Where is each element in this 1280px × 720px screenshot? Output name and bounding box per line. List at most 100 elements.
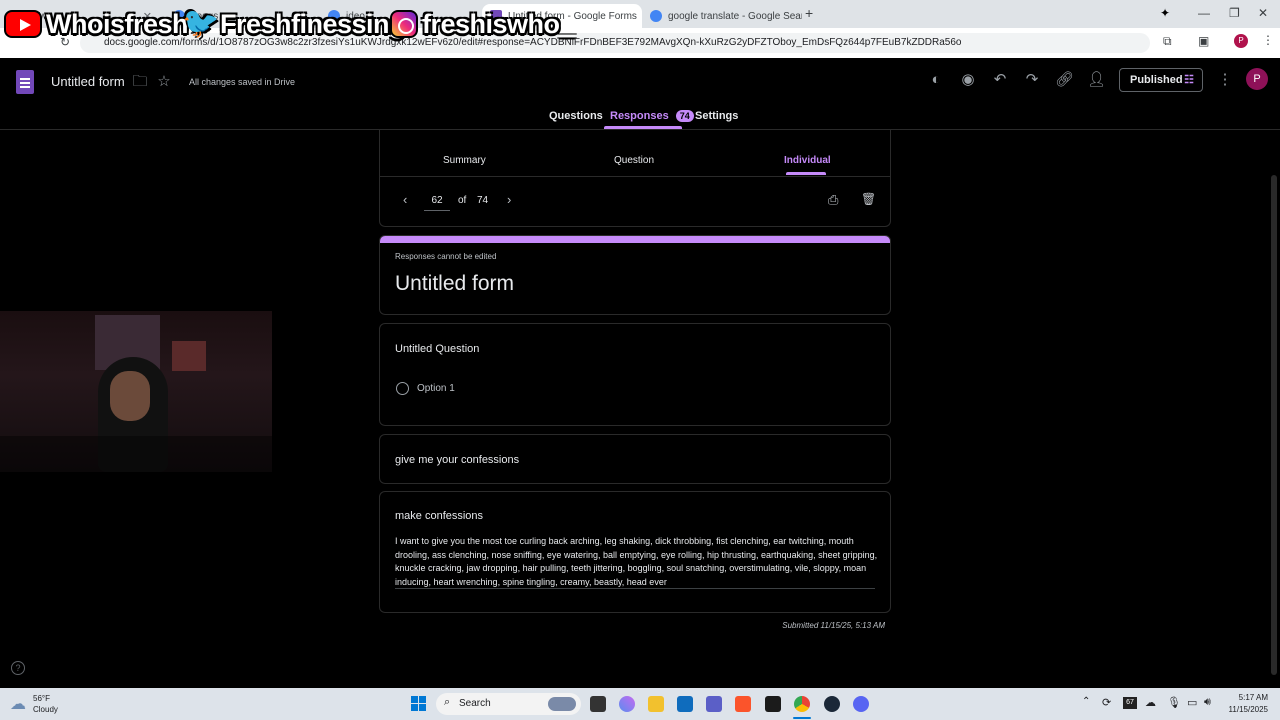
clock-date[interactable]: 11/15/2025 — [1222, 705, 1268, 714]
responses-nav-card: ‹ 62 of 74 › ⎙ 🗑︎ — [379, 130, 891, 227]
responses-count-badge: 74 — [675, 110, 694, 122]
instagram-icon — [390, 10, 418, 38]
windows-start-icon[interactable] — [411, 696, 427, 712]
brave-icon[interactable] — [735, 696, 751, 712]
youtube-icon — [4, 10, 42, 38]
microphone-icon[interactable]: 🎙︎ — [1167, 696, 1181, 709]
answer-text: I want to give you the most toe curling … — [395, 536, 878, 587]
preview-eye-icon[interactable]: ◉ — [959, 71, 977, 89]
link-icon[interactable]: 🔗︎ — [1055, 71, 1074, 89]
google-forms-logo-icon[interactable] — [16, 70, 34, 94]
save-status: All changes saved in Drive — [189, 77, 296, 87]
more-options-icon[interactable]: ⋮ — [1216, 71, 1234, 89]
instagram-handle: freshiswho_ — [422, 8, 575, 39]
radio-option[interactable] — [396, 382, 409, 395]
webcam-feed — [0, 311, 272, 472]
tab-responses-label: Responses — [610, 110, 669, 122]
copilot-icon[interactable] — [619, 696, 635, 712]
browser-tab[interactable]: google translate - Google Sear ✕ — [642, 4, 802, 28]
question-card: Untitled Question Option 1 — [379, 323, 891, 426]
help-icon[interactable]: ? — [11, 661, 25, 675]
twitter-handle: Freshfinessing — [220, 8, 406, 39]
pager-total: 74 — [477, 195, 489, 206]
chrome-icon[interactable] — [794, 696, 810, 712]
form-header-card: Responses cannot be edited Untitled form — [379, 235, 891, 315]
folder-icon[interactable]: 🗀 — [131, 73, 149, 91]
doc-title[interactable]: Untitled form — [51, 74, 125, 89]
response-number-input[interactable]: 62 — [424, 191, 450, 211]
tab-responses[interactable]: Responses 74 — [610, 110, 694, 122]
onedrive-icon[interactable]: ☁ — [1145, 696, 1156, 709]
search-icon: ⌕ — [444, 696, 451, 708]
tab-questions[interactable]: Questions — [549, 110, 603, 122]
form-accent-bar — [380, 236, 890, 243]
steam-icon[interactable] — [824, 696, 840, 712]
subtab-indicator — [786, 172, 826, 175]
previous-response-icon[interactable]: ‹ — [403, 192, 407, 207]
question-card: give me your confessions — [379, 434, 891, 484]
subtab-individual[interactable]: Individual — [784, 155, 831, 166]
search-label: Search — [459, 698, 491, 709]
close-window-icon[interactable]: ✕ — [1258, 6, 1268, 20]
undo-icon[interactable]: ↶ — [991, 71, 1009, 89]
clock-time[interactable]: 5:17 AM — [1222, 693, 1268, 702]
youtube-handle-overlay: Whoisfresh — [4, 6, 189, 42]
active-tab-indicator — [604, 126, 682, 129]
google-icon — [650, 10, 662, 22]
question-title: Untitled Question — [395, 343, 480, 355]
app-icon[interactable] — [765, 696, 781, 712]
question-title: give me your confessions — [395, 454, 520, 466]
file-explorer-icon[interactable] — [648, 696, 664, 712]
submitted-timestamp: Submitted 11/15/25, 5:13 AM — [782, 621, 885, 630]
microsoft-store-icon[interactable] — [677, 696, 693, 712]
task-view-icon[interactable] — [590, 696, 606, 712]
next-response-icon[interactable]: › — [507, 192, 511, 207]
add-collaborator-icon[interactable]: 👤︎ — [1087, 71, 1106, 89]
print-icon[interactable]: ⎙ — [828, 192, 838, 208]
desk — [0, 436, 272, 472]
weather-desc[interactable]: Cloudy — [33, 705, 58, 714]
maximize-icon[interactable]: ❐ — [1229, 6, 1240, 20]
volume-icon[interactable]: 🔊︎ — [1204, 696, 1211, 709]
star-icon[interactable]: ☆ — [155, 73, 173, 91]
page-scrollbar[interactable] — [1271, 175, 1277, 675]
answer-underline — [395, 588, 875, 589]
form-title: Untitled form — [395, 272, 515, 295]
subtab-summary[interactable]: Summary — [443, 155, 486, 166]
youtube-handle: Whoisfresh — [46, 8, 189, 39]
profile-avatar[interactable]: P — [1234, 34, 1248, 48]
divider — [380, 176, 890, 177]
active-app-indicator — [793, 717, 811, 719]
wall-poster — [172, 341, 206, 371]
customize-theme-icon[interactable]: ◐ — [927, 71, 945, 89]
search-highlight-icon — [548, 697, 576, 711]
minimize-icon[interactable]: — — [1198, 6, 1210, 20]
subtab-question[interactable]: Question — [614, 155, 654, 166]
teams-icon[interactable] — [706, 696, 722, 712]
twitter-handle-overlay: 🐦 Freshfinessing — [182, 6, 406, 42]
windows-taskbar: ☁ 56°F Cloudy ⌕ Search ⌃ ⟳ 67 ☁ 🎙︎ ▭ 🔊︎ … — [0, 688, 1280, 720]
tray-chevron-icon[interactable]: ⌃ — [1082, 696, 1090, 707]
weather-temp[interactable]: 56°F — [33, 694, 50, 703]
extensions-icon[interactable]: ⧉ — [1163, 34, 1172, 49]
tray-sync-icon[interactable]: ⟳ — [1102, 696, 1111, 709]
tray-app-badge[interactable]: 67 — [1123, 697, 1137, 709]
twitter-icon: 🐦 — [182, 7, 219, 40]
network-icon[interactable]: ▭ — [1187, 696, 1197, 709]
gemini-icon[interactable]: ✦ — [1160, 6, 1170, 20]
new-tab-icon[interactable]: + — [805, 5, 813, 21]
chrome-menu-icon[interactable]: ⋮ — [1262, 33, 1274, 47]
tab-search-icon[interactable]: ▣ — [1198, 34, 1209, 48]
tab-settings[interactable]: Settings — [695, 110, 738, 122]
person-face — [110, 371, 150, 421]
tab-label: google translate - Google Sear — [668, 10, 802, 22]
discord-icon[interactable] — [853, 696, 869, 712]
delete-response-icon[interactable]: 🗑︎ — [861, 192, 876, 206]
user-avatar[interactable]: P — [1246, 68, 1268, 90]
taskbar-search-box[interactable]: ⌕ Search — [436, 693, 581, 715]
pager-of-label: of — [458, 195, 467, 206]
responses-locked-notice: Responses cannot be edited — [395, 252, 497, 261]
question-title: make confessions — [395, 510, 484, 522]
published-button[interactable]: Published ☷ — [1119, 68, 1203, 92]
redo-icon[interactable]: ↷ — [1023, 71, 1041, 89]
